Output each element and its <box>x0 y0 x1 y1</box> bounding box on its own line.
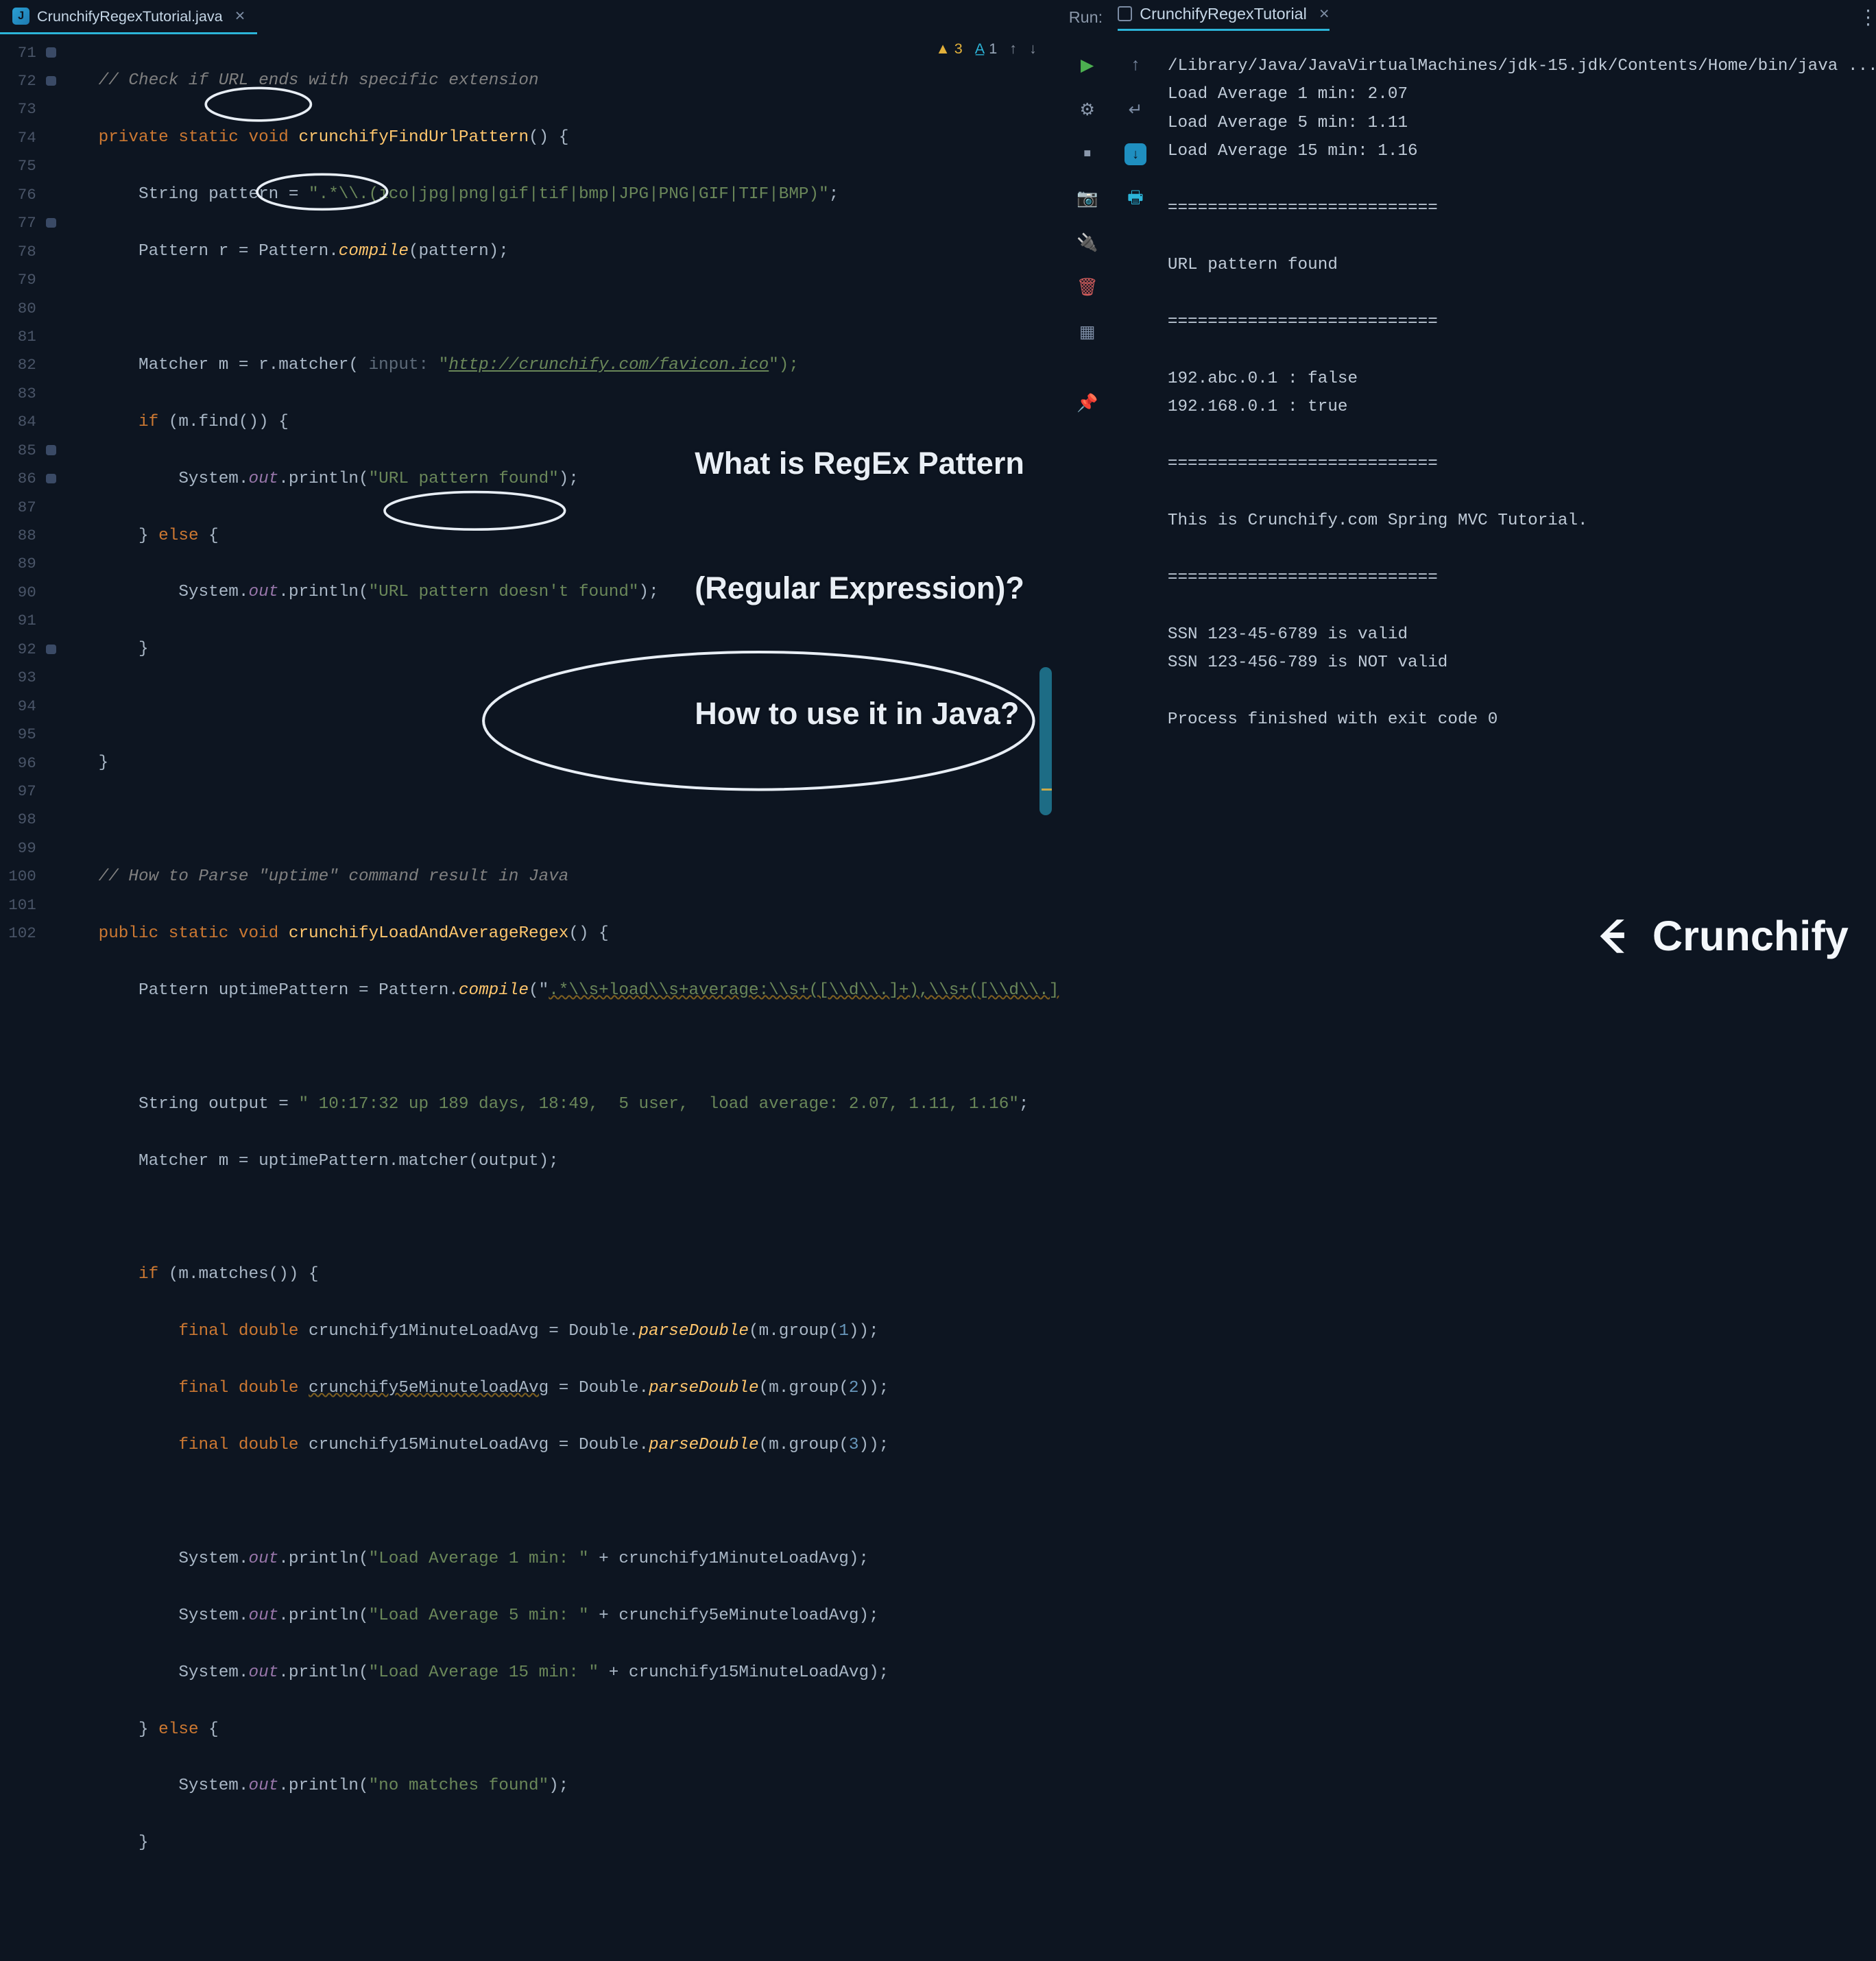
stop-icon[interactable]: ■ <box>1074 141 1101 168</box>
plug-icon[interactable]: 🔌 <box>1074 230 1101 257</box>
camera-icon[interactable]: 📷 <box>1074 185 1101 213</box>
settings-icon[interactable]: ⚙ <box>1074 97 1101 124</box>
run-button[interactable]: ▶ <box>1074 52 1101 80</box>
typo-icon[interactable]: A̲ 1 <box>975 40 997 58</box>
tab-filename: CrunchifyRegexTutorial.java <box>37 8 223 25</box>
more-icon[interactable]: ⋮ <box>1858 5 1876 29</box>
run-header: Run: CrunchifyRegexTutorial × ⋮ <box>1059 0 1876 34</box>
error-stripe[interactable] <box>1037 40 1054 978</box>
close-icon[interactable]: × <box>1319 4 1330 24</box>
run-panel: Run: CrunchifyRegexTutorial × ⋮ ▶ ⚙ ■ 📷 … <box>1059 0 1876 977</box>
run-toolbar-2: ↑ ↵ ↓ 🖶 <box>1116 34 1155 977</box>
tab-bar: J CrunchifyRegexTutorial.java × <box>0 0 1059 34</box>
close-icon[interactable]: × <box>235 8 245 25</box>
console-output[interactable]: /Library/Java/JavaVirtualMachines/jdk-15… <box>1155 34 1876 977</box>
code-area[interactable]: // Check if URL ends with specific exten… <box>58 34 1059 1961</box>
trash-icon[interactable]: 🗑 <box>1074 274 1101 302</box>
next-highlight-icon[interactable]: ↓ <box>1029 40 1037 58</box>
layout-icon[interactable]: ▦ <box>1074 319 1101 346</box>
prev-highlight-icon[interactable]: ↑ <box>1009 40 1017 58</box>
run-config-tab[interactable]: CrunchifyRegexTutorial × <box>1118 4 1330 31</box>
warning-icon[interactable]: ▲ 3 <box>935 40 962 58</box>
java-file-icon: J <box>12 8 29 25</box>
editor-tab[interactable]: J CrunchifyRegexTutorial.java × <box>0 0 257 34</box>
run-label: Run: <box>1069 8 1103 27</box>
run-config-icon <box>1118 6 1133 21</box>
run-toolbar: ▶ ⚙ ■ 📷 🔌 🗑 ▦ 📌 <box>1059 34 1116 977</box>
pin-icon[interactable]: 📌 <box>1074 390 1101 418</box>
gutter: 71 72 73 74 75 76 77 78 79 80 81 82 83 8… <box>0 34 58 1961</box>
inspection-indicators: ▲ 3 A̲ 1 ↑ ↓ <box>935 40 1037 58</box>
download-badge-icon[interactable]: ↓ <box>1122 141 1149 168</box>
scroll-top-icon[interactable]: ↑ <box>1122 52 1149 80</box>
soft-wrap-icon[interactable]: ↵ <box>1122 97 1149 124</box>
editor-panel: J CrunchifyRegexTutorial.java × ▲ 3 A̲ 1… <box>0 0 1059 977</box>
printer-icon[interactable]: 🖶 <box>1122 185 1149 213</box>
